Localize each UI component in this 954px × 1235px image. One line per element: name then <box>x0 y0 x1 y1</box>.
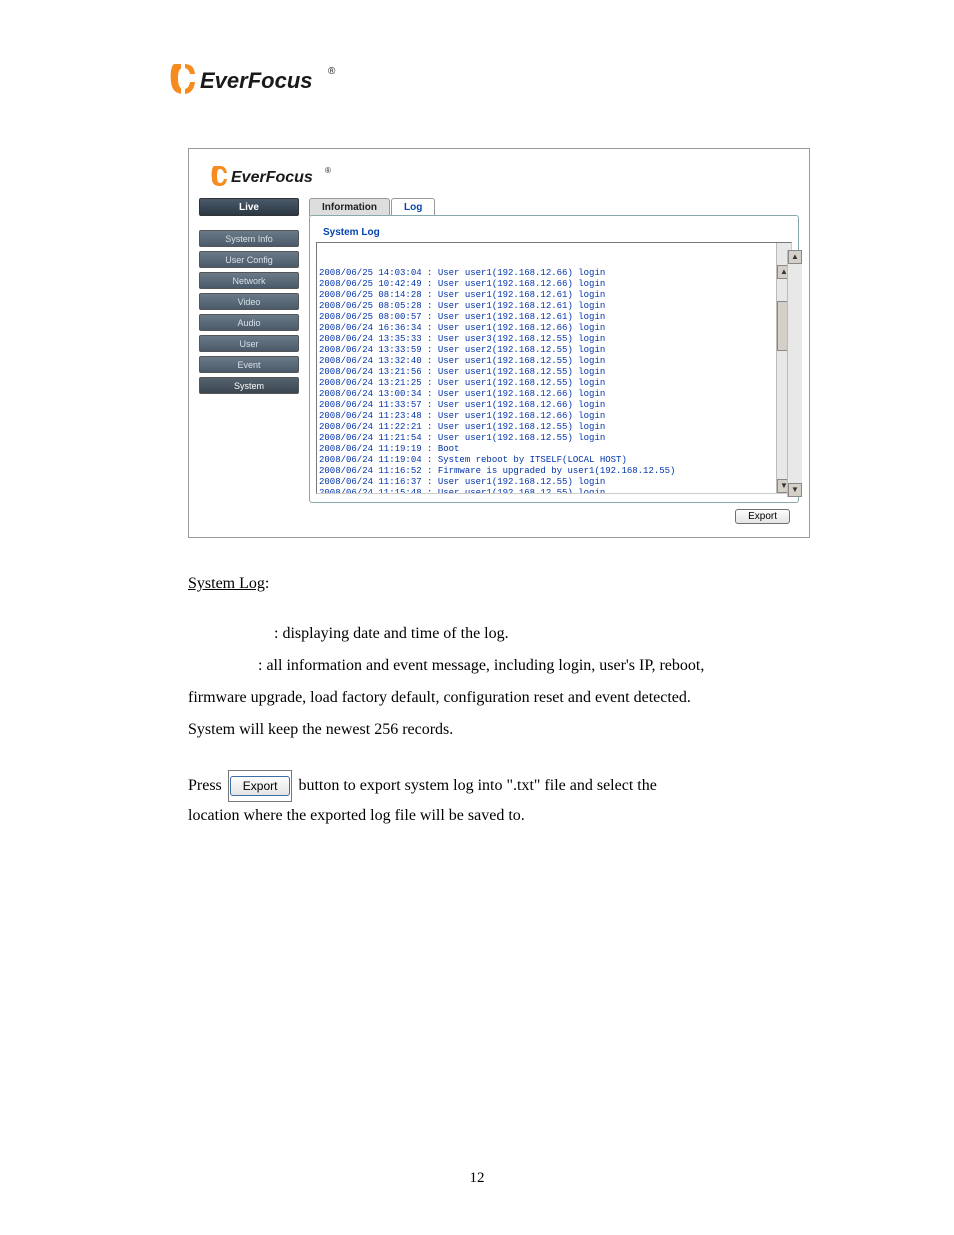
doc-line-1: : displaying date and time of the log. <box>188 620 794 648</box>
sidebar-item-network[interactable]: Network <box>199 272 299 289</box>
app-screenshot: EverFocus ® Live System Info User Config… <box>188 148 810 538</box>
log-line: 2008/06/24 11:22:21 : User user1(192.168… <box>319 422 789 433</box>
log-line: 2008/06/24 11:21:54 : User user1(192.168… <box>319 433 789 444</box>
sidebar-item-audio[interactable]: Audio <box>199 314 299 331</box>
page-scrollbar[interactable]: ▲ ▼ <box>787 250 802 497</box>
heading-colon: : <box>265 575 269 592</box>
log-line: 2008/06/24 11:23:48 : User user1(192.168… <box>319 411 789 422</box>
log-line: 2008/06/24 13:32:40 : User user1(192.168… <box>319 356 789 367</box>
log-line: 2008/06/24 11:19:04 : System reboot by I… <box>319 455 789 466</box>
sidebar-item-system[interactable]: System <box>199 377 299 394</box>
tab-information[interactable]: Information <box>309 198 390 216</box>
page-logo: EverFocus ® <box>168 60 954 98</box>
app-logo: EverFocus ® <box>209 163 799 194</box>
content-area: Information Log System Log 2008/06/25 14… <box>309 198 799 503</box>
tab-bar: Information Log <box>309 198 799 216</box>
log-line: 2008/06/25 08:00:57 : User user1(192.168… <box>319 312 789 323</box>
sidebar: Live System Info User Config Network Vid… <box>199 198 299 394</box>
log-line: 2008/06/24 13:21:25 : User user1(192.168… <box>319 378 789 389</box>
page-number: 12 <box>0 1170 954 1187</box>
tab-log[interactable]: Log <box>391 198 435 216</box>
sidebar-item-event[interactable]: Event <box>199 356 299 373</box>
svg-text:®: ® <box>325 166 331 175</box>
doc-line-2: : all information and event message, inc… <box>188 652 794 680</box>
press-text: Press <box>188 772 222 800</box>
press-tail: button to export system log into ".txt" … <box>298 772 656 800</box>
log-line: 2008/06/24 13:35:33 : User user3(192.168… <box>319 334 789 345</box>
log-line: 2008/06/25 14:03:04 : User user1(192.168… <box>319 268 789 279</box>
log-line: 2008/06/25 10:42:49 : User user1(192.168… <box>319 279 789 290</box>
log-line: 2008/06/24 11:15:48 : User user1(192.168… <box>319 488 789 494</box>
sidebar-item-user[interactable]: User <box>199 335 299 352</box>
document-body: System Log: : displaying date and time o… <box>188 570 794 830</box>
inline-export-wrap: Export <box>228 770 293 802</box>
sidebar-item-system-info[interactable]: System Info <box>199 230 299 247</box>
sidebar-item-user-config[interactable]: User Config <box>199 251 299 268</box>
log-line: 2008/06/24 11:16:52 : Firmware is upgrad… <box>319 466 789 477</box>
svg-text:®: ® <box>328 66 336 77</box>
system-log-box: 2008/06/25 14:03:04 : User user1(192.168… <box>316 242 792 494</box>
log-line: 2008/06/25 08:14:28 : User user1(192.168… <box>319 290 789 301</box>
log-line: 2008/06/24 13:21:56 : User user1(192.168… <box>319 367 789 378</box>
inline-export-button: Export <box>230 776 291 796</box>
doc-line-4: System will keep the newest 256 records. <box>188 716 794 744</box>
page-scroll-up-icon[interactable]: ▲ <box>788 250 802 264</box>
page-scroll-down-icon[interactable]: ▼ <box>788 483 802 497</box>
svg-text:EverFocus: EverFocus <box>231 169 313 186</box>
press-export-line: Press Export button to export system log… <box>188 770 794 802</box>
doc-line-3: firmware upgrade, load factory default, … <box>188 684 794 712</box>
log-line: 2008/06/24 11:16:37 : User user1(192.168… <box>319 477 789 488</box>
press-tail-2: location where the exported log file wil… <box>188 802 794 830</box>
log-line: 2008/06/24 16:36:34 : User user1(192.168… <box>319 323 789 334</box>
sidebar-item-video[interactable]: Video <box>199 293 299 310</box>
live-button[interactable]: Live <box>199 198 299 216</box>
log-line: 2008/06/24 13:33:59 : User user2(192.168… <box>319 345 789 356</box>
export-button[interactable]: Export <box>735 509 790 524</box>
section-heading: System Log <box>188 575 265 592</box>
panel-title: System Log <box>320 227 383 238</box>
log-line: 2008/06/24 11:19:19 : Boot <box>319 444 789 455</box>
log-line: 2008/06/24 11:33:57 : User user1(192.168… <box>319 400 789 411</box>
log-panel: System Log 2008/06/25 14:03:04 : User us… <box>309 215 799 503</box>
svg-text:EverFocus: EverFocus <box>200 68 313 93</box>
log-line: 2008/06/24 13:00:34 : User user1(192.168… <box>319 389 789 400</box>
log-line: 2008/06/25 08:05:28 : User user1(192.168… <box>319 301 789 312</box>
